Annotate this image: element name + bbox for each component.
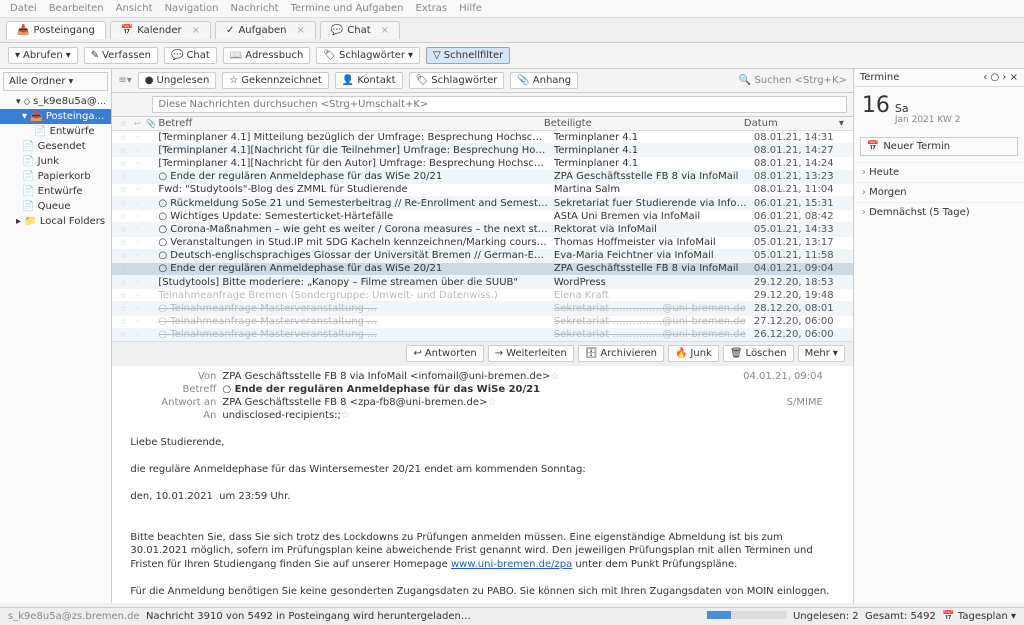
tab-icon: 📅 bbox=[121, 25, 133, 36]
smime-badge: S/MIME bbox=[787, 397, 823, 408]
cal-daynum: 16 bbox=[862, 93, 890, 118]
filter-attach[interactable]: 📎Anhang bbox=[510, 72, 578, 89]
message-row[interactable]: ☆·[Terminplaner 4.1] Mitteilung bezüglic… bbox=[112, 131, 853, 144]
folder-gesendet[interactable]: 📄 Gesendet bbox=[0, 139, 111, 154]
tab-aufgaben[interactable]: ✓Aufgaben× bbox=[215, 21, 316, 39]
filter-tags[interactable]: 🏷Schlagwörter bbox=[409, 72, 505, 89]
filter-input[interactable] bbox=[152, 96, 847, 113]
tab-icon: 📥 bbox=[17, 25, 29, 36]
message-row[interactable]: ☆·○ Telnahmeanfrage Masterveranstaltung … bbox=[112, 302, 853, 315]
message-row[interactable]: ☆·[Terminplaner 4.1][Nachricht für den A… bbox=[112, 157, 853, 170]
preview-toolbar: ↩Antworten →Weiterleiten 🗄Archivieren 🔥J… bbox=[112, 341, 853, 366]
menu-navigation[interactable]: Navigation bbox=[165, 3, 219, 14]
filter-toggle-icon[interactable]: ≡▾ bbox=[118, 75, 131, 86]
menu-bearbeiten[interactable]: Bearbeiten bbox=[49, 3, 104, 14]
folder-papierkorb[interactable]: 📄 Papierkorb bbox=[0, 169, 111, 184]
cal-prev[interactable]: ‹ bbox=[983, 72, 987, 83]
more-button[interactable]: Mehr▾ bbox=[798, 345, 845, 362]
cal-section[interactable]: Heute bbox=[854, 162, 1024, 182]
cal-today[interactable]: ○ bbox=[991, 72, 1000, 83]
message-row[interactable]: ☆·○ Ende der regulären Anmeldephase für … bbox=[112, 171, 853, 184]
preview-from: ZPA Geschäftsstelle FB 8 via InfoMail <i… bbox=[222, 371, 550, 382]
preview-subject: ○ Ende der regulären Anmeldephase für da… bbox=[222, 384, 540, 395]
message-row[interactable]: ☆·○ Rückmeldung SoSe 21 und Semesterbeit… bbox=[112, 197, 853, 210]
menubar: Datei Bearbeiten Ansicht Navigation Nachrich… bbox=[0, 0, 1024, 18]
cal-section[interactable]: Morgen bbox=[854, 182, 1024, 202]
cal-title: Termine bbox=[860, 72, 900, 83]
filter-unread[interactable]: ●Ungelesen bbox=[138, 72, 217, 89]
folder-tree: ▾ ◇ s_k9e8u5a@zs.bremen.de ▾ 📥 Posteinga… bbox=[0, 94, 111, 229]
menu-nachricht[interactable]: Nachricht bbox=[231, 3, 279, 14]
local-folders[interactable]: ▸ 📁 Local Folders bbox=[0, 214, 111, 229]
folder-queue[interactable]: 📄 Queue bbox=[0, 199, 111, 214]
menu-termine und aufgaben[interactable]: Termine und Aufgaben bbox=[291, 3, 404, 14]
message-list-header: ☆↩📎 Betreff Beteiligte Datum ▾ bbox=[112, 117, 853, 131]
message-row[interactable]: ☆·○ Deutsch-englischsprachiges Glossar d… bbox=[112, 250, 853, 263]
preview-to: undisclosed-recipients:; bbox=[222, 410, 341, 421]
chat-button[interactable]: 💬Chat bbox=[164, 47, 217, 64]
status-message: Nachricht 3910 von 5492 in Posteingang w… bbox=[146, 611, 471, 622]
preview-replyto: ZPA Geschäftsstelle FB 8 <zpa-fb8@uni-br… bbox=[222, 397, 487, 408]
link-zpa[interactable]: www.uni-bremen.de/zpa bbox=[451, 559, 572, 570]
calendar-pane: Termine ‹ ○ › × 16 SaJan 2021 KW 2 📅 Neu… bbox=[854, 69, 1024, 603]
cal-section[interactable]: Demnächst (5 Tage) bbox=[854, 202, 1024, 222]
tab-posteingang[interactable]: 📥Posteingang bbox=[6, 21, 106, 39]
message-row[interactable]: ☆·Telnahmeanfrage Bremen (Sondergruppe: … bbox=[112, 289, 853, 302]
message-preview: VonZPA Geschäftsstelle FB 8 via InfoMail… bbox=[112, 366, 853, 603]
filter-contact[interactable]: 👤Kontakt bbox=[335, 72, 403, 89]
menu-hilfe[interactable]: Hilfe bbox=[459, 3, 482, 14]
tab-kalender[interactable]: 📅Kalender× bbox=[110, 21, 211, 39]
message-row[interactable]: ☆·○ Ende der regulären Anmeldephase für … bbox=[112, 263, 853, 276]
filter-bar: ≡▾ ●Ungelesen ☆Gekennzeichnet 👤Kontakt 🏷… bbox=[112, 69, 853, 93]
menu-extras[interactable]: Extras bbox=[416, 3, 448, 14]
message-row[interactable]: ☆·○ Wichtiges Update: Semesterticket-Här… bbox=[112, 210, 853, 223]
reply-button[interactable]: ↩Antworten bbox=[406, 345, 483, 362]
folder-selector[interactable]: Alle Ordner ▾ bbox=[3, 72, 108, 91]
close-icon[interactable]: × bbox=[296, 25, 304, 36]
account-root[interactable]: ▾ ◇ s_k9e8u5a@zs.bremen.de bbox=[0, 94, 111, 109]
progress-bar bbox=[707, 611, 787, 619]
search-hint: Suchen <Strg+K> bbox=[754, 75, 846, 86]
status-account: s_k9e8u5a@zs.bremen.de bbox=[8, 611, 140, 622]
message-row[interactable]: ☆·○ Telnahmeanfrage Masterveranstaltung … bbox=[112, 316, 853, 329]
tab-icon: 💬 bbox=[331, 25, 343, 36]
message-row[interactable]: ☆·○ Telnahmeanfrage Masterveranstaltung … bbox=[112, 329, 853, 341]
preview-date: 04.01.21, 09:04 bbox=[743, 371, 823, 382]
folder-posteingang[interactable]: ▾ 📥 Posteingang (2) bbox=[0, 109, 111, 124]
forward-button[interactable]: →Weiterleiten bbox=[488, 345, 574, 362]
folder-entwürfe[interactable]: 📄 Entwürfe bbox=[0, 124, 111, 139]
compose-button[interactable]: ✎Verfassen bbox=[84, 47, 158, 64]
message-row[interactable]: ☆·Fwd: "Studytools"-Blog des ZMML für St… bbox=[112, 184, 853, 197]
cal-close[interactable]: × bbox=[1010, 72, 1018, 83]
cal-next[interactable]: › bbox=[1002, 72, 1006, 83]
close-icon[interactable]: × bbox=[192, 25, 200, 36]
message-row[interactable]: ☆·[Studytools] Bitte moderiere: „Kanopy … bbox=[112, 276, 853, 289]
folder-entwürfe[interactable]: 📄 Entwürfe bbox=[0, 184, 111, 199]
close-icon[interactable]: × bbox=[381, 25, 389, 36]
fetch-button[interactable]: ▾Abrufen▾ bbox=[8, 47, 78, 64]
junk-button[interactable]: 🔥Junk bbox=[668, 345, 719, 362]
tags-button[interactable]: 🏷Schlagwörter▾ bbox=[316, 47, 420, 64]
folder-sidebar: Alle Ordner ▾ ▾ ◇ s_k9e8u5a@zs.bremen.de… bbox=[0, 69, 112, 603]
statusbar: s_k9e8u5a@zs.bremen.de Nachricht 3910 vo… bbox=[0, 607, 1024, 625]
tabstrip: 📥Posteingang📅Kalender×✓Aufgaben×💬Chat× bbox=[0, 18, 1024, 43]
tab-chat[interactable]: 💬Chat× bbox=[320, 21, 400, 39]
message-row[interactable]: ☆·[Terminplaner 4.1][Nachricht für die T… bbox=[112, 144, 853, 157]
addressbook-button[interactable]: 📖Adressbuch bbox=[223, 47, 310, 64]
delete-button[interactable]: 🗑Löschen bbox=[723, 345, 794, 362]
main-toolbar: ▾Abrufen▾ ✎Verfassen 💬Chat 📖Adressbuch 🏷… bbox=[0, 43, 1024, 69]
archive-button[interactable]: 🗄Archivieren bbox=[578, 345, 664, 362]
message-row[interactable]: ☆·○ Veranstaltungen in Stud.IP mit SDG K… bbox=[112, 237, 853, 250]
message-row[interactable]: ☆·○ Corona-Maßnahmen – wie geht es weite… bbox=[112, 223, 853, 236]
folder-junk[interactable]: 📄 Junk bbox=[0, 154, 111, 169]
menu-ansicht[interactable]: Ansicht bbox=[116, 3, 153, 14]
quickfilter-button[interactable]: ▽Schnellfilter bbox=[426, 47, 510, 64]
message-list[interactable]: ☆·[Terminplaner 4.1] Mitteilung bezüglic… bbox=[112, 131, 853, 341]
preview-body: Liebe Studierende, die reguläre Anmeldep… bbox=[112, 426, 853, 603]
tab-icon: ✓ bbox=[226, 25, 234, 36]
menu-datei[interactable]: Datei bbox=[10, 3, 37, 14]
filter-starred[interactable]: ☆Gekennzeichnet bbox=[222, 72, 329, 89]
new-event-button[interactable]: 📅 Neuer Termin bbox=[860, 137, 1018, 156]
